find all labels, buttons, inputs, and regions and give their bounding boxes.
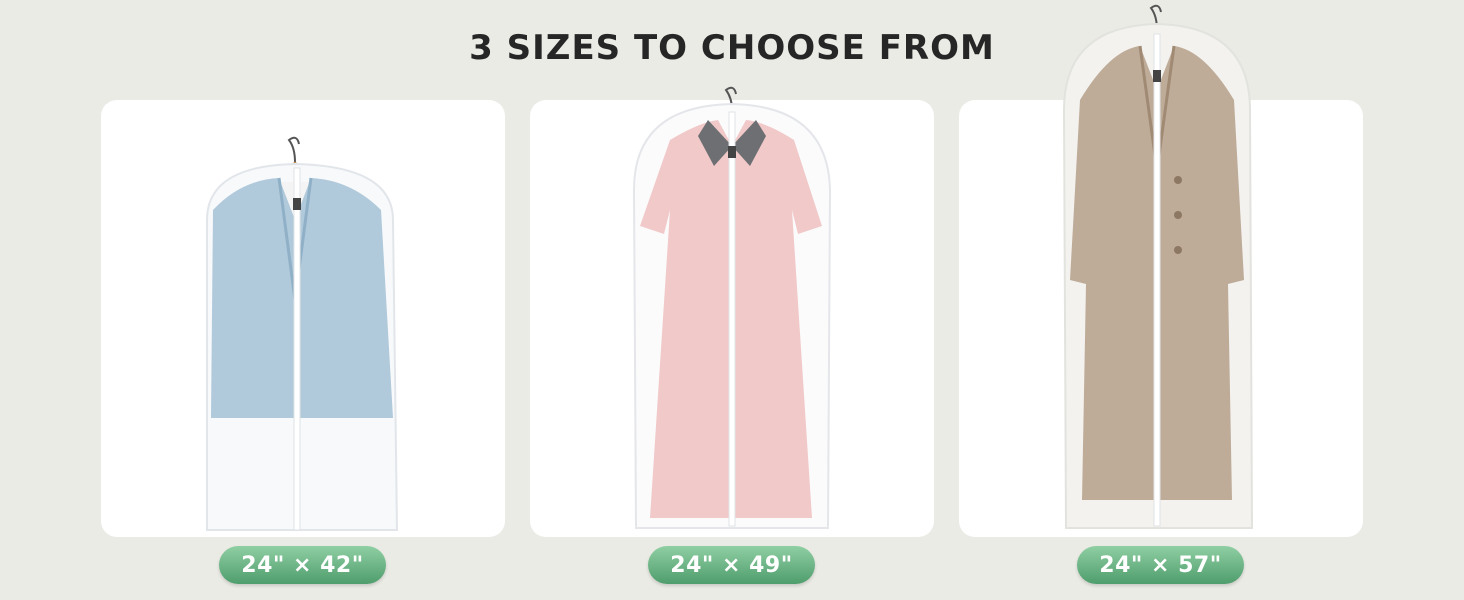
size-card-large [959,100,1363,537]
jacket-in-garment-bag-icon [206,136,399,531]
size-label-large: 24" × 57" [1077,546,1244,584]
size-card-small [101,100,505,537]
headline: 3 SIZES TO CHOOSE FROM [469,28,995,68]
size-label-small: 24" × 42" [219,546,386,584]
size-card-medium [530,86,934,537]
dress-in-garment-bag-icon [632,86,832,529]
size-label-medium: 24" × 49" [648,546,815,584]
